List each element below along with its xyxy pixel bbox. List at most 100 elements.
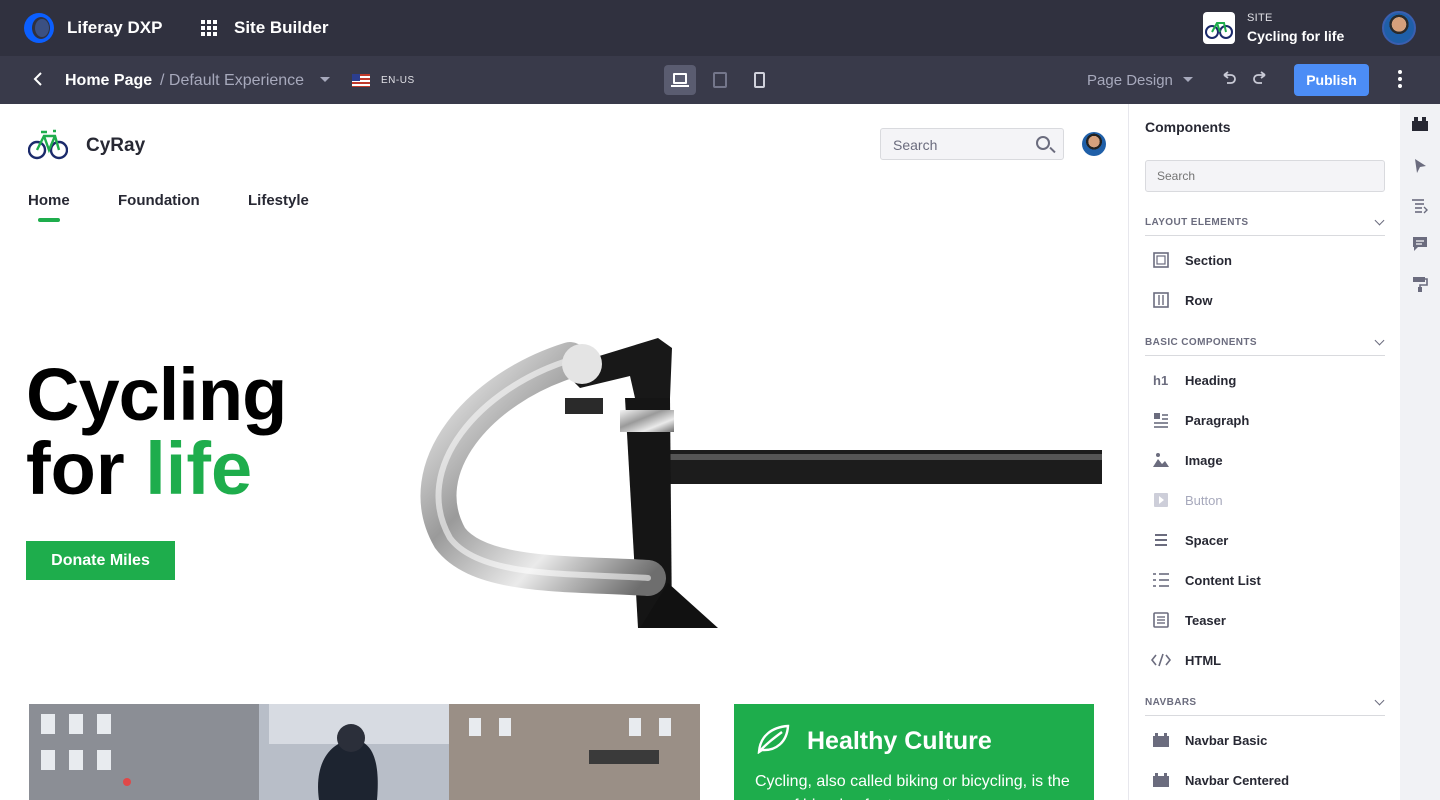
- mobile-icon: [754, 72, 765, 88]
- card-body: Cycling, also called biking or bicycling…: [755, 773, 1070, 800]
- paint-roller-icon[interactable]: [1412, 276, 1428, 292]
- component-image[interactable]: Image: [1145, 440, 1385, 480]
- caret-down-icon[interactable]: [1183, 77, 1193, 82]
- publish-button[interactable]: Publish: [1294, 64, 1369, 96]
- components-search-input[interactable]: [1145, 160, 1385, 192]
- component-label: Navbar Basic: [1185, 733, 1268, 748]
- user-avatar[interactable]: [1382, 11, 1416, 45]
- site-search-input[interactable]: Search: [880, 128, 1064, 160]
- components-tab-icon[interactable]: [1412, 116, 1428, 132]
- component-label: Navbar Centered: [1185, 773, 1290, 788]
- bicycle-handlebar-image[interactable]: [420, 328, 1102, 628]
- hero-heading-for: for: [26, 427, 146, 510]
- experience-selector[interactable]: / Default Experience: [160, 72, 304, 90]
- site-name[interactable]: Cycling for life: [1247, 28, 1344, 44]
- mobile-view-button[interactable]: [744, 65, 776, 95]
- section-layout-elements[interactable]: LAYOUT ELEMENTS: [1145, 208, 1385, 236]
- component-html[interactable]: HTML: [1145, 640, 1385, 680]
- site-user-avatar[interactable]: [1082, 132, 1106, 156]
- navbar-icon: [1153, 733, 1169, 747]
- component-label: Content List: [1185, 573, 1261, 588]
- app-name[interactable]: Site Builder: [234, 18, 328, 38]
- chevron-down-icon[interactable]: [1374, 215, 1385, 226]
- svg-text:h1: h1: [1153, 373, 1168, 388]
- component-label: Row: [1185, 293, 1213, 308]
- liferay-logo-icon[interactable]: [24, 13, 54, 43]
- hero-heading-line1[interactable]: Cycling: [26, 358, 287, 432]
- leaf-icon: [757, 724, 790, 754]
- language-selector[interactable]: EN-US: [381, 75, 415, 86]
- site-brand-name[interactable]: CyRay: [86, 135, 145, 157]
- image-icon: [1153, 453, 1169, 467]
- component-row[interactable]: Row: [1145, 280, 1385, 320]
- component-navbar-centered[interactable]: Navbar Centered: [1145, 760, 1385, 800]
- nav-foundation[interactable]: Foundation: [118, 192, 200, 209]
- nav-home[interactable]: Home: [28, 192, 70, 209]
- section-icon: [1153, 252, 1169, 268]
- us-flag-icon[interactable]: [352, 74, 370, 87]
- page-design-selector[interactable]: Page Design: [1087, 72, 1173, 89]
- search-icon[interactable]: [1036, 136, 1050, 150]
- component-content-list[interactable]: Content List: [1145, 560, 1385, 600]
- component-label: Spacer: [1185, 533, 1229, 548]
- navbar-icon: [1153, 773, 1169, 787]
- component-paragraph[interactable]: Paragraph: [1145, 400, 1385, 440]
- cyray-logo-icon[interactable]: [28, 128, 68, 160]
- site-logo-icon[interactable]: [1203, 12, 1235, 44]
- spacer-icon: [1155, 534, 1167, 546]
- component-label: Heading: [1185, 373, 1237, 388]
- donate-miles-button[interactable]: Donate Miles: [26, 541, 175, 580]
- page-structure-icon[interactable]: [1412, 198, 1428, 214]
- component-label: Button: [1185, 493, 1223, 508]
- section-navbars[interactable]: NAVBARS: [1145, 688, 1385, 716]
- apps-grid-icon[interactable]: [201, 20, 217, 36]
- healthy-culture-card[interactable]: Healthy Culture Cycling, also called bik…: [734, 704, 1094, 800]
- chevron-down-icon[interactable]: [1374, 695, 1385, 706]
- paragraph-icon: [1154, 413, 1168, 428]
- desktop-icon: [671, 73, 689, 87]
- undo-icon[interactable]: [1219, 69, 1239, 89]
- page-title: Home Page: [65, 72, 153, 89]
- component-button[interactable]: Button: [1145, 480, 1385, 520]
- component-spacer[interactable]: Spacer: [1145, 520, 1385, 560]
- component-section[interactable]: Section: [1145, 240, 1385, 280]
- nav-lifestyle[interactable]: Lifestyle: [248, 192, 309, 209]
- section-label: NAVBARS: [1145, 697, 1197, 708]
- page-canvas[interactable]: CyRay Search Home Foundation Lifestyle C…: [0, 104, 1128, 800]
- teaser-icon: [1153, 612, 1169, 628]
- search-placeholder: Search: [893, 137, 938, 153]
- component-label: Paragraph: [1185, 413, 1250, 428]
- tablet-view-button[interactable]: [704, 65, 736, 95]
- component-heading[interactable]: h1 Heading: [1145, 360, 1385, 400]
- card-title: Healthy Culture: [807, 727, 992, 755]
- top-bar: Liferay DXP Site Builder SITE Cycling fo…: [0, 0, 1440, 56]
- product-name[interactable]: Liferay DXP: [67, 18, 162, 38]
- component-label: Section: [1185, 253, 1232, 268]
- comments-icon[interactable]: [1412, 236, 1428, 252]
- content-list-icon: [1153, 573, 1169, 587]
- caret-down-icon[interactable]: [320, 77, 330, 82]
- kebab-menu-icon[interactable]: [1398, 70, 1404, 90]
- component-label: Teaser: [1185, 613, 1226, 628]
- desktop-view-button[interactable]: [664, 65, 696, 95]
- chevron-down-icon[interactable]: [1374, 335, 1385, 346]
- winter-street-photo[interactable]: [29, 704, 700, 800]
- hero-heading-line2[interactable]: for life: [26, 432, 252, 506]
- row-icon: [1153, 292, 1169, 308]
- component-navbar-basic[interactable]: Navbar Basic: [1145, 720, 1385, 760]
- redo-icon[interactable]: [1250, 69, 1270, 89]
- component-teaser[interactable]: Teaser: [1145, 600, 1385, 640]
- button-icon: [1154, 493, 1168, 507]
- hero-heading-life: life: [145, 427, 253, 510]
- sidebar-title: Components: [1145, 119, 1231, 135]
- heading-icon: h1: [1153, 373, 1168, 388]
- components-sidebar: Components LAYOUT ELEMENTS Section Row B…: [1128, 104, 1400, 800]
- section-basic-components[interactable]: BASIC COMPONENTS: [1145, 328, 1385, 356]
- component-label: HTML: [1185, 653, 1222, 668]
- component-label: Image: [1185, 453, 1223, 468]
- selection-cursor-icon[interactable]: [1412, 158, 1428, 174]
- sidebar-tab-strip: [1400, 104, 1440, 800]
- back-arrow-icon[interactable]: [30, 70, 50, 90]
- code-icon: [1151, 653, 1171, 667]
- section-label: BASIC COMPONENTS: [1145, 337, 1257, 348]
